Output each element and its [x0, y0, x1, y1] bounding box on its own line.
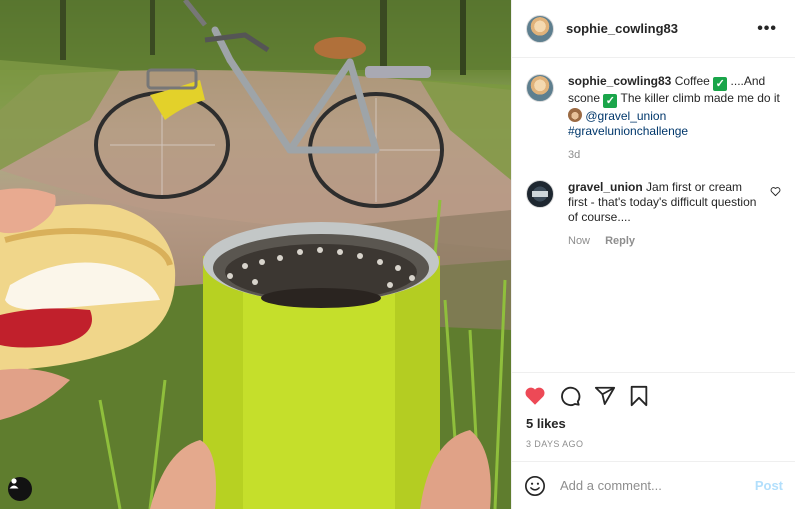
more-options-button[interactable]: •••	[753, 20, 781, 38]
comment-body: gravel_union Jam first or cream first - …	[568, 180, 762, 249]
post-comment-button[interactable]: Post	[755, 478, 783, 493]
comment-time: Now	[568, 235, 591, 247]
caption-hashtag-link[interactable]: #gravelunionchallenge	[568, 124, 688, 138]
user-tag-button[interactable]	[8, 477, 32, 501]
caption-text-3: The killer climb made me do it	[620, 91, 780, 105]
likes-count[interactable]: 5 likes	[512, 416, 795, 431]
comment-input[interactable]	[558, 477, 755, 494]
caption-mention-link[interactable]: @gravel_union	[585, 109, 666, 123]
caption-body: sophie_cowling83 Coffee ✓ ....And scone …	[568, 74, 781, 163]
like-heart-filled-icon[interactable]	[524, 385, 546, 407]
post-actions	[512, 372, 795, 418]
check-mark-emoji-icon-2: ✓	[603, 94, 618, 108]
check-mark-emoji-icon: ✓	[713, 77, 728, 91]
commenter-username[interactable]: gravel_union	[568, 180, 643, 194]
instagram-post: sophie_cowling83 ••• sophie_cowling83 Co…	[0, 0, 795, 509]
emoji-smile-icon[interactable]	[524, 475, 546, 497]
photo-illustration	[0, 0, 511, 509]
comment-like-heart-outline-icon[interactable]	[770, 184, 781, 202]
commenter-avatar[interactable]	[526, 180, 554, 208]
add-comment-bar: Post	[512, 461, 795, 509]
comment-bubble-icon[interactable]	[559, 385, 581, 407]
brand-logo-icon	[532, 191, 548, 197]
post-header: sophie_cowling83 •••	[512, 0, 795, 58]
caption-time: 3d	[568, 149, 581, 161]
post-photo[interactable]	[0, 0, 511, 509]
author-username[interactable]: sophie_cowling83	[566, 21, 678, 36]
see-no-evil-monkey-emoji-icon	[568, 108, 582, 122]
caption: sophie_cowling83 Coffee ✓ ....And scone …	[526, 74, 781, 163]
post-date: 3 DAYS AGO	[526, 439, 584, 449]
comment-item: gravel_union Jam first or cream first - …	[526, 180, 781, 249]
caption-username[interactable]: sophie_cowling83	[568, 74, 671, 88]
caption-avatar[interactable]	[526, 74, 554, 102]
share-paper-plane-icon[interactable]	[594, 385, 616, 407]
post-sidebar: sophie_cowling83 ••• sophie_cowling83 Co…	[511, 0, 795, 509]
save-bookmark-icon[interactable]	[629, 385, 649, 407]
reply-button[interactable]: Reply	[605, 235, 635, 247]
author-avatar[interactable]	[526, 14, 554, 43]
comments-section: sophie_cowling83 Coffee ✓ ....And scone …	[512, 58, 795, 372]
caption-text-1: Coffee	[674, 74, 710, 88]
caption-meta: 3d	[568, 148, 781, 163]
comment-meta: Now Reply	[568, 234, 762, 249]
